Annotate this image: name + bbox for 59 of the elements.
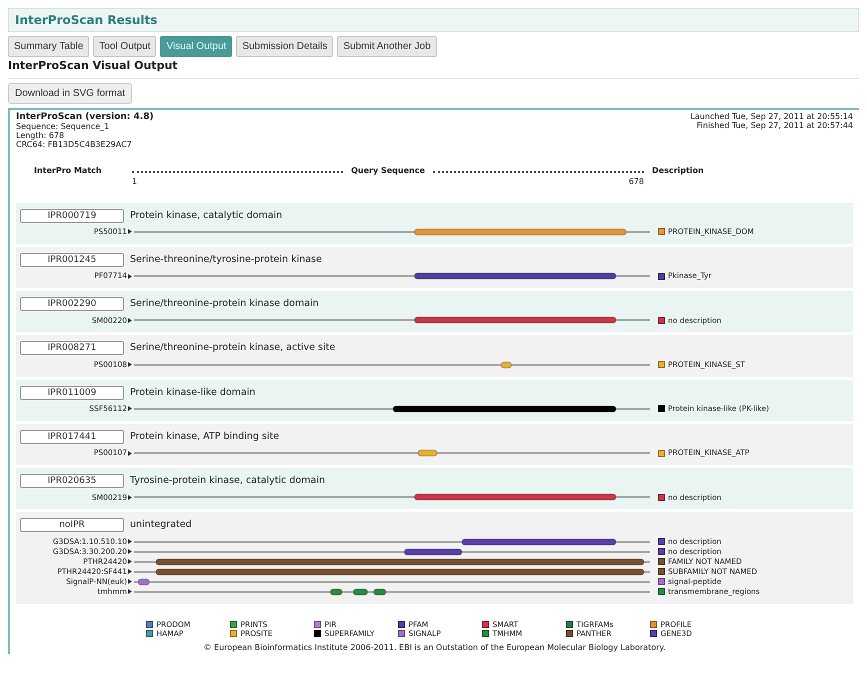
match-name: Protein kinase, catalytic domain (130, 208, 282, 223)
tab[interactable]: Submission Details (236, 36, 334, 57)
section-heading: InterProScan Visual Output (8, 57, 859, 78)
match-name: Protein kinase-like domain (130, 386, 256, 400)
domain-bar (353, 588, 368, 595)
match-name: Tyrosine-protein kinase, catalytic domain (130, 474, 325, 488)
track-line (644, 571, 650, 572)
accession-label: IPR002290 (20, 297, 124, 312)
triangle-icon (128, 406, 132, 412)
triangle-icon (128, 450, 132, 456)
copyright-text: © European Bioinformatics Institute 2006-2011. EBI is an Outstation of the European Molecular Biology Laboratory. (202, 642, 667, 654)
track-line (626, 231, 650, 232)
track-line (615, 496, 650, 498)
triangle-icon (128, 494, 132, 500)
triangle-icon (128, 229, 132, 234)
triangle-icon (128, 274, 132, 279)
column-heading: InterPro Match (33, 165, 103, 178)
match-name: Protein kinase, ATP binding site (130, 430, 280, 444)
match-name: Serine-threonine/tyrosine-protein kinase (130, 252, 322, 267)
tab[interactable]: Submit Another Job (337, 36, 437, 57)
sequence-name: Sequence: Sequence_1 (16, 122, 110, 132)
accession-label: IPR011009 (20, 386, 124, 400)
domain-bar (418, 450, 438, 456)
launched-time: Launched Tue, Sep 27, 2011 at 20:55:14 (690, 112, 853, 121)
match-name: Serine/threonine-protein kinase, active site (130, 341, 336, 356)
result-title: InterProScan (version: 4.8) (16, 112, 154, 122)
track-line (615, 320, 650, 321)
domain-bar (330, 588, 342, 595)
page-title: InterProScan Results (8, 8, 859, 32)
accession-label: IPR001245 (20, 252, 124, 267)
domain-bar (138, 578, 150, 585)
triangle-icon (128, 318, 132, 323)
finished-time: Finished Tue, Sep 27, 2011 at 20:57:44 (696, 120, 853, 130)
crc-checksum: CRC64: FB13D5C4B3E29AC7 (16, 140, 133, 150)
match-name: unintegrated (130, 518, 192, 532)
match-name: Serine/threonine-protein kinase domain (130, 297, 319, 312)
column-heading: Description (652, 165, 704, 178)
sequence-length: Length: 678 (16, 131, 66, 140)
accession-label: noIPR (20, 518, 124, 532)
download-button[interactable]: Download in SVG format (8, 82, 132, 104)
track-line (342, 591, 354, 592)
track-line (644, 561, 650, 562)
accession-label: IPR008271 (20, 341, 124, 356)
track-line (615, 276, 650, 277)
accession-label: IPR000719 (20, 208, 124, 223)
accession-label: IPR017441 (20, 430, 124, 444)
track-line (615, 541, 650, 542)
tab[interactable]: Summary Table (8, 36, 90, 57)
triangle-icon (128, 362, 132, 368)
axis-start-label: 1 (132, 177, 138, 187)
domain-bar (404, 548, 462, 555)
axis-end-label: 678 (628, 177, 644, 187)
accession-label: IPR020635 (20, 474, 124, 488)
domain-bar (500, 361, 512, 368)
tab[interactable]: Tool Output (93, 36, 156, 57)
track-line (367, 591, 374, 592)
track-line (615, 408, 650, 410)
axis-title: Query Sequence (350, 165, 426, 178)
domain-bar (373, 588, 386, 595)
